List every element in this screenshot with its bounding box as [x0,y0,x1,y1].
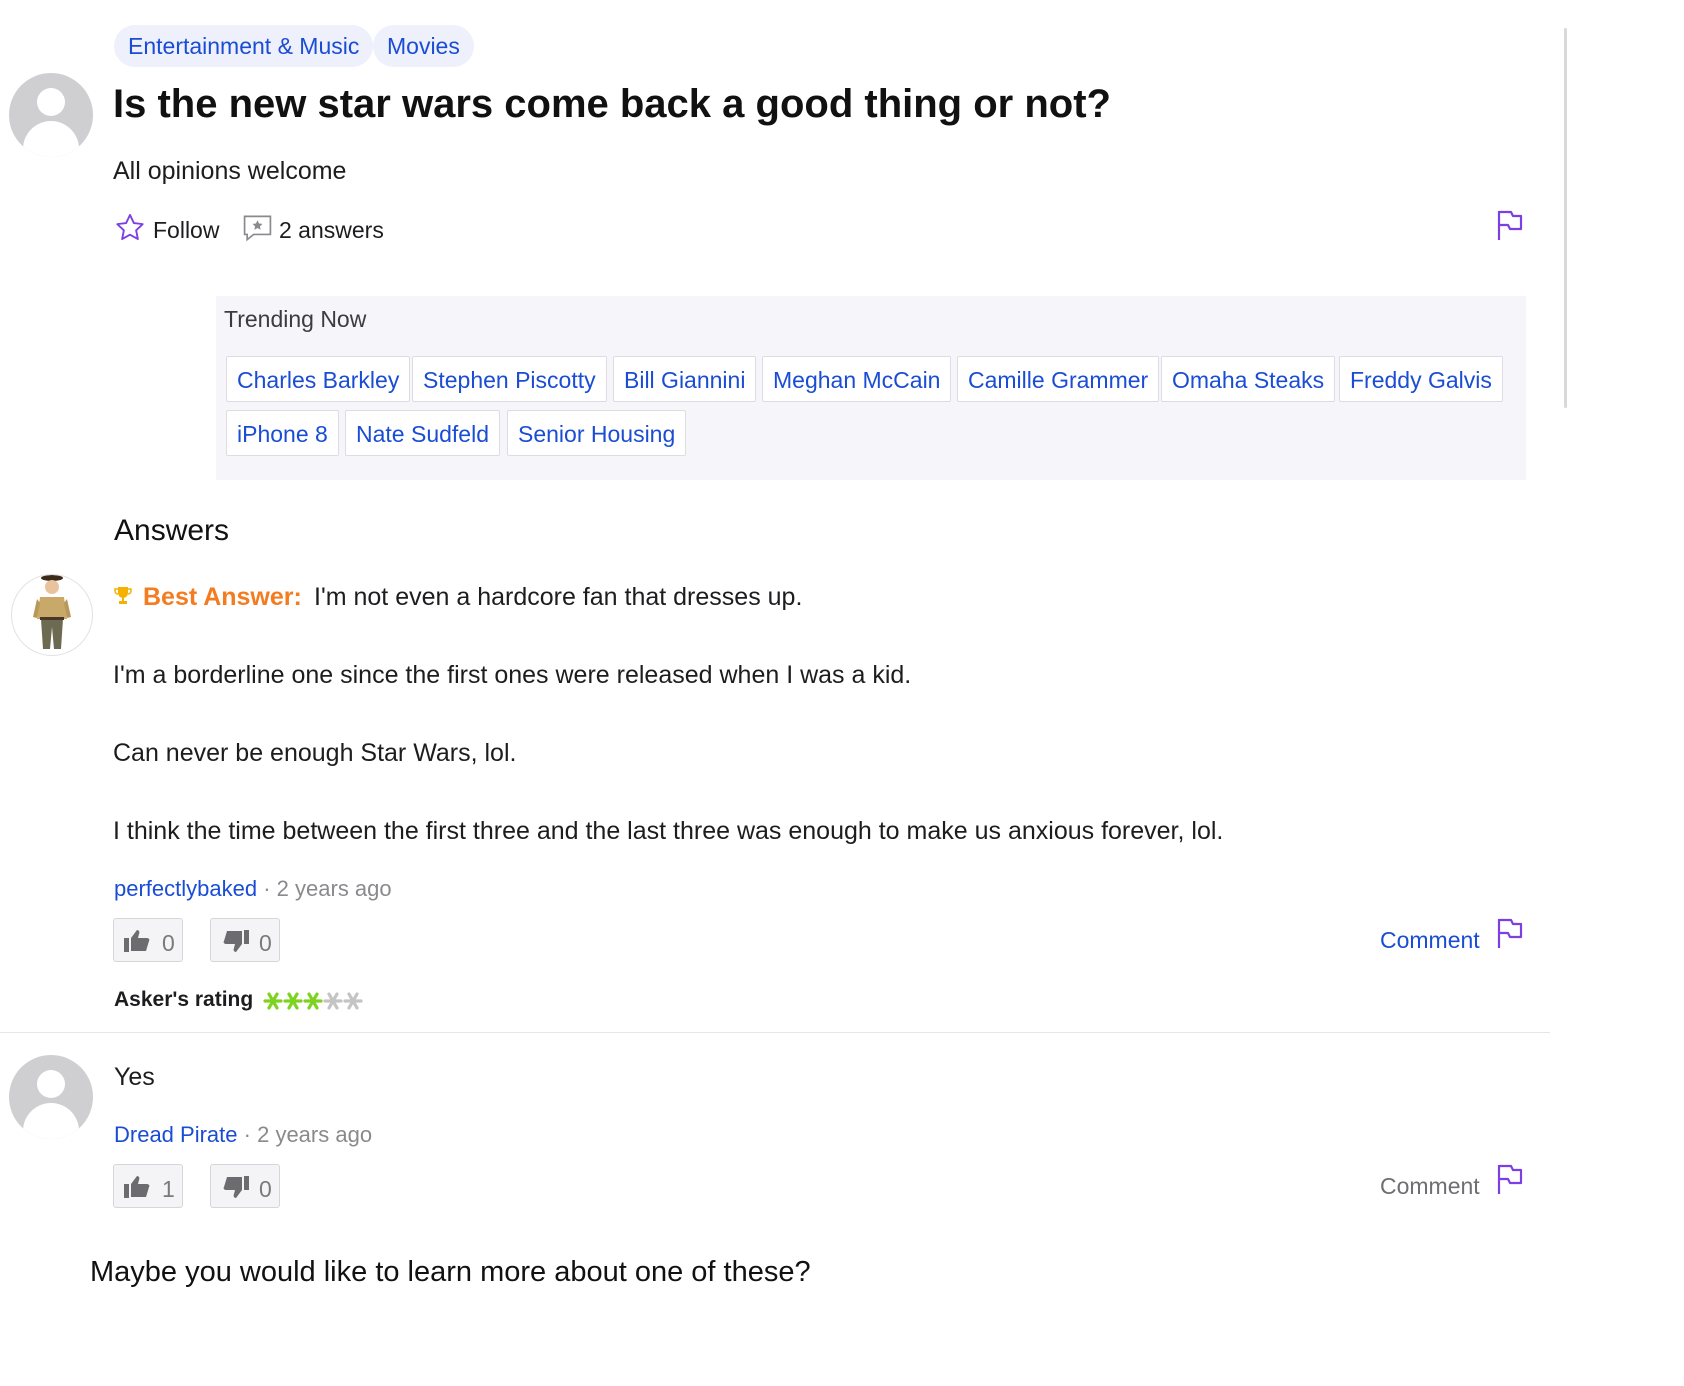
flag-icon [1497,918,1523,948]
question-title: Is the new star wars come back a good th… [113,82,1111,126]
trending-item[interactable]: Freddy Galvis [1339,356,1503,402]
answer-text: Yes [114,1063,155,1091]
thumbs-up-icon [124,930,150,952]
meta-separator: · [243,1122,251,1147]
question-details: All opinions welcome [113,157,347,185]
best-answer-meta: perfectlybaked · 2 years ago [114,876,392,902]
best-answer-paragraph: Can never be enough Star Wars, lol. [113,739,517,767]
meta-separator: · [263,876,271,901]
upvote-count: 0 [162,930,175,956]
answer-meta: Dread Pirate · 2 years ago [114,1122,372,1148]
answer-time: 2 years ago [276,876,392,901]
trending-item[interactable]: Stephen Piscotty [412,356,607,402]
trending-item[interactable]: Camille Grammer [957,356,1160,402]
thumbs-down-icon [223,930,249,952]
downvote-button[interactable]: 0 [210,918,280,962]
upvote-button[interactable]: 1 [113,1164,183,1208]
thumbs-down-icon [223,1176,249,1198]
answer-author-link[interactable]: perfectlybaked [114,876,257,901]
flag-icon [1497,1164,1523,1194]
best-answer-avatar[interactable] [11,574,93,656]
downvote-button[interactable]: 0 [210,1164,280,1208]
asker-rating-label: Asker's rating [114,988,254,1011]
answers-bubble-icon [243,215,272,242]
rating-asterisk-icon [343,992,363,1010]
answers-count-label: 2 answers [279,217,384,243]
scrollbar[interactable] [1564,28,1567,408]
answer-time: 2 years ago [257,1122,373,1147]
trending-item[interactable]: Meghan McCain [762,356,952,402]
asker-rating-stars [263,990,363,1016]
rating-asterisk-icon [323,992,343,1010]
report-question-flag[interactable] [1496,209,1524,241]
trending-item[interactable]: Senior Housing [507,410,687,456]
flag-icon [1497,210,1523,240]
answer-divider [0,1032,1550,1033]
report-answer-flag[interactable] [1496,1163,1524,1195]
asker-avatar[interactable] [9,73,93,157]
comment-link[interactable]: Comment [1380,1173,1480,1200]
trending-item[interactable]: Omaha Steaks [1161,356,1336,402]
answer-avatar[interactable] [9,1055,93,1139]
related-heading: Maybe you would like to learn more about… [90,1256,811,1288]
downvote-count: 0 [259,930,272,956]
rating-asterisk-icon [283,992,303,1010]
answers-heading: Answers [114,514,230,547]
trending-item[interactable]: Nate Sudfeld [345,410,500,456]
trending-item[interactable]: Bill Giannini [613,356,757,402]
star-outline-icon [116,214,144,240]
rating-asterisk-icon [263,992,283,1010]
best-answer-paragraph: I think the time between the first three… [113,817,1224,845]
trending-heading: Trending Now [224,306,367,332]
downvote-count: 0 [259,1176,272,1202]
best-answer-paragraph: I'm a borderline one since the first one… [113,661,912,689]
category-pill-movies[interactable]: Movies [373,25,474,67]
best-answer-label: Best Answer: [143,583,302,611]
report-answer-flag[interactable] [1496,917,1524,949]
character-avatar-image [33,575,71,649]
answer-author-link[interactable]: Dread Pirate [114,1122,238,1147]
thumbs-up-icon [124,1176,150,1198]
category-pill-entertainment-music[interactable]: Entertainment & Music [114,25,374,67]
follow-label: Follow [153,217,220,243]
trending-item[interactable]: Charles Barkley [226,356,411,402]
best-answer-paragraph: I'm not even a hardcore fan that dresses… [314,583,803,611]
trending-panel: Trending Now Charles Barkley Stephen Pis… [216,296,1526,480]
comment-link[interactable]: Comment [1380,927,1480,954]
upvote-count: 1 [162,1176,175,1202]
rating-asterisk-icon [303,992,323,1010]
trophy-icon [114,587,132,604]
trending-item[interactable]: iPhone 8 [226,410,339,456]
upvote-button[interactable]: 0 [113,918,183,962]
